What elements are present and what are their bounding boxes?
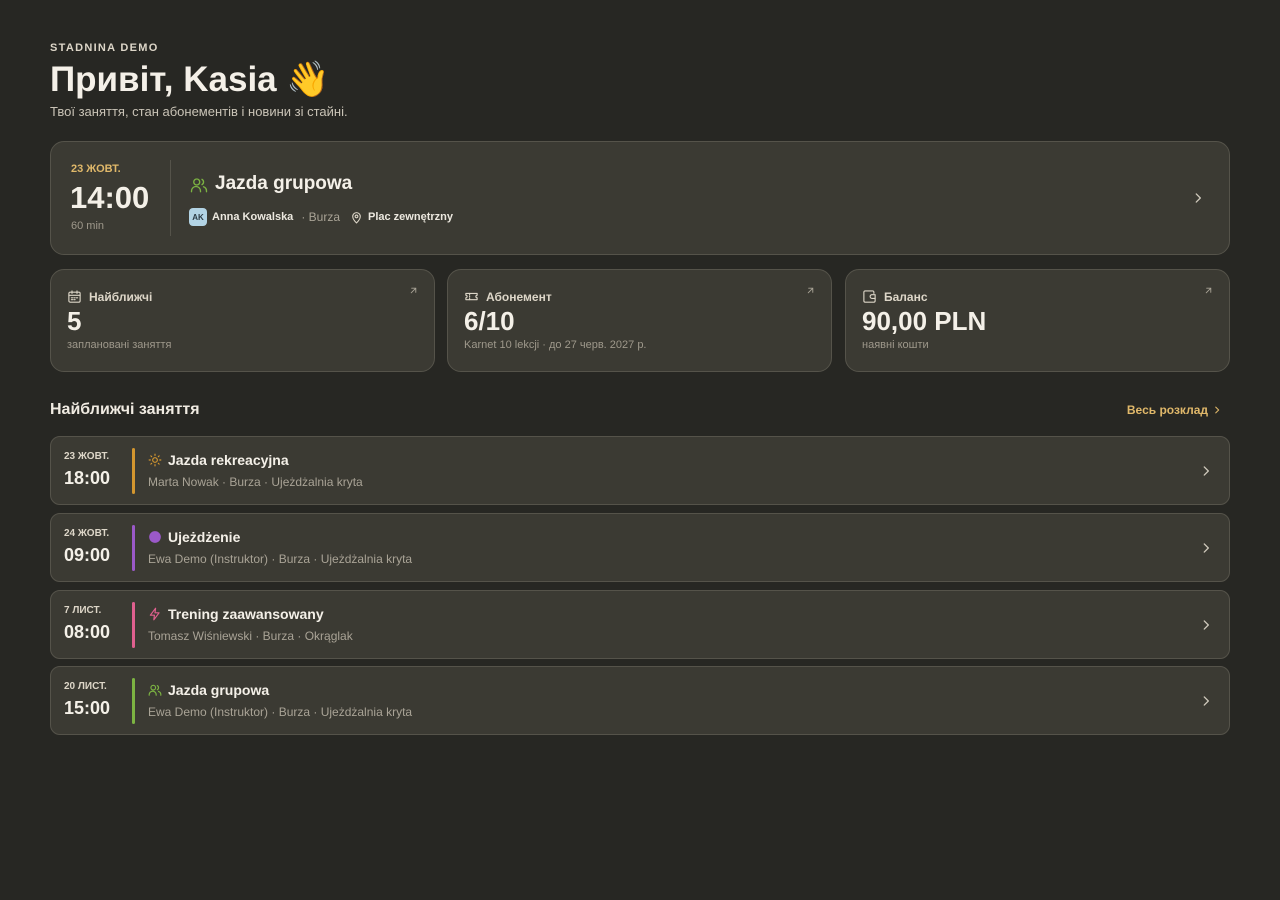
- lesson-date: 7 ЛИСТ.: [64, 605, 102, 616]
- next-lesson-title: Jazda grupowa: [215, 173, 353, 194]
- lesson-row[interactable]: 7 ЛИСТ. 08:00 Trening zaawansowany Tomas…: [50, 590, 1230, 659]
- chevron-right-icon: [1203, 466, 1209, 476]
- lesson-row[interactable]: 23 ЖОВТ. 18:00 Jazda rekreacyjna Marta N…: [50, 436, 1230, 505]
- wallet-icon: [863, 290, 876, 303]
- bolt-icon: [149, 607, 160, 621]
- stat-label: Найближчі: [89, 290, 153, 304]
- stat-value: 5: [67, 306, 82, 336]
- chevron-right-icon[interactable]: [1191, 191, 1205, 205]
- chevron-right-icon: [1203, 696, 1209, 706]
- lesson-row[interactable]: 24 ЖОВТ. 09:00 Ujeżdżenie Ewa Demo (Inst…: [50, 513, 1230, 582]
- lesson-meta: Ewa Demo (Instruktor) · Burza · Ujeżdżal…: [148, 705, 413, 719]
- lesson-color-bar: [132, 678, 135, 724]
- see-all-label: Весь розклад: [1126, 403, 1208, 417]
- instructor-name: Anna Kowalska: [212, 211, 294, 223]
- circle-icon: [149, 531, 161, 543]
- page-title: Привіт, Kasia 👋: [50, 60, 330, 99]
- users-icon: [190, 178, 208, 193]
- lesson-meta: Ewa Demo (Instruktor) · Burza · Ujeżdżal…: [148, 552, 413, 566]
- stat-label: Баланс: [884, 290, 928, 304]
- stat-sub: Karnet 10 lekcji · до 27 черв. 2027 р.: [464, 339, 647, 351]
- next-lesson-date: 23 ЖОВТ.: [71, 163, 121, 175]
- see-all-schedule-link[interactable]: Весь розклад: [1127, 403, 1222, 417]
- lesson-time: 09:00: [64, 545, 111, 565]
- stat-card-pass[interactable]: Абонемент 6/10 Karnet 10 lekcji · до 27 …: [447, 269, 832, 372]
- lesson-title: Trening zaawansowany: [168, 606, 324, 622]
- stat-sub: заплановані заняття: [67, 339, 172, 351]
- lesson-time: 18:00: [64, 468, 111, 488]
- chevron-right-icon: [1215, 406, 1220, 414]
- next-lesson-meta: AK Anna Kowalska · Burza Plac zewnętrzny: [189, 208, 453, 226]
- arrow-up-right-icon: [1205, 287, 1212, 294]
- lesson-time: 08:00: [64, 622, 111, 642]
- arrow-up-right-icon: [807, 287, 814, 294]
- stat-label: Абонемент: [486, 290, 552, 304]
- lesson-time: 15:00: [64, 698, 111, 718]
- lesson-color-bar: [132, 448, 135, 494]
- map-pin-icon: [352, 211, 361, 223]
- lesson-title: Jazda rekreacyjna: [168, 452, 289, 468]
- lesson-meta: Tomasz Wiśniewski · Burza · Okrąglak: [148, 629, 353, 643]
- ticket-icon: [465, 292, 478, 301]
- divider: [170, 160, 171, 236]
- lesson-date: 20 ЛИСТ.: [64, 681, 107, 692]
- location-name: Plac zewnętrzny: [368, 211, 453, 223]
- lesson-color-bar: [132, 525, 135, 571]
- chevron-right-icon: [1203, 543, 1209, 553]
- stat-card-balance[interactable]: Баланс 90,00 PLN наявні кошти: [845, 269, 1230, 372]
- page-subtitle: Твої заняття, стан абонементів і новини …: [50, 104, 348, 119]
- next-lesson-duration: 60 min: [71, 220, 105, 232]
- lesson-date: 23 ЖОВТ.: [64, 451, 110, 462]
- next-lesson-time: 14:00: [70, 180, 150, 215]
- next-lesson-card[interactable]: 23 ЖОВТ. 14:00 60 min Jazda grupowa AK A…: [50, 141, 1230, 255]
- calendar-icon: [68, 290, 81, 303]
- avatar: AK: [189, 208, 207, 226]
- lesson-title: Ujeżdżenie: [168, 529, 241, 545]
- arrow-up-right-icon: [410, 287, 417, 294]
- horse-name: · Burza: [301, 210, 340, 224]
- section-title: Найближчі заняття: [50, 401, 200, 418]
- stat-value: 90,00 PLN: [862, 306, 987, 336]
- stat-sub: наявні кошти: [862, 339, 929, 351]
- lesson-row[interactable]: 20 ЛИСТ. 15:00 Jazda grupowa Ewa Demo (I…: [50, 666, 1230, 735]
- stat-card-upcoming[interactable]: Найближчі 5 заплановані заняття: [50, 269, 435, 372]
- lesson-title: Jazda grupowa: [168, 682, 270, 698]
- sun-icon: [148, 453, 162, 467]
- stat-value: 6/10: [464, 306, 515, 336]
- users-icon: [148, 684, 162, 696]
- lesson-meta: Marta Nowak · Burza · Ujeżdżalnia kryta: [148, 475, 363, 489]
- brand-label: STADNINA DEMO: [50, 42, 159, 54]
- lesson-date: 24 ЖОВТ.: [64, 528, 110, 539]
- lesson-color-bar: [132, 602, 135, 648]
- chevron-right-icon: [1203, 620, 1209, 630]
